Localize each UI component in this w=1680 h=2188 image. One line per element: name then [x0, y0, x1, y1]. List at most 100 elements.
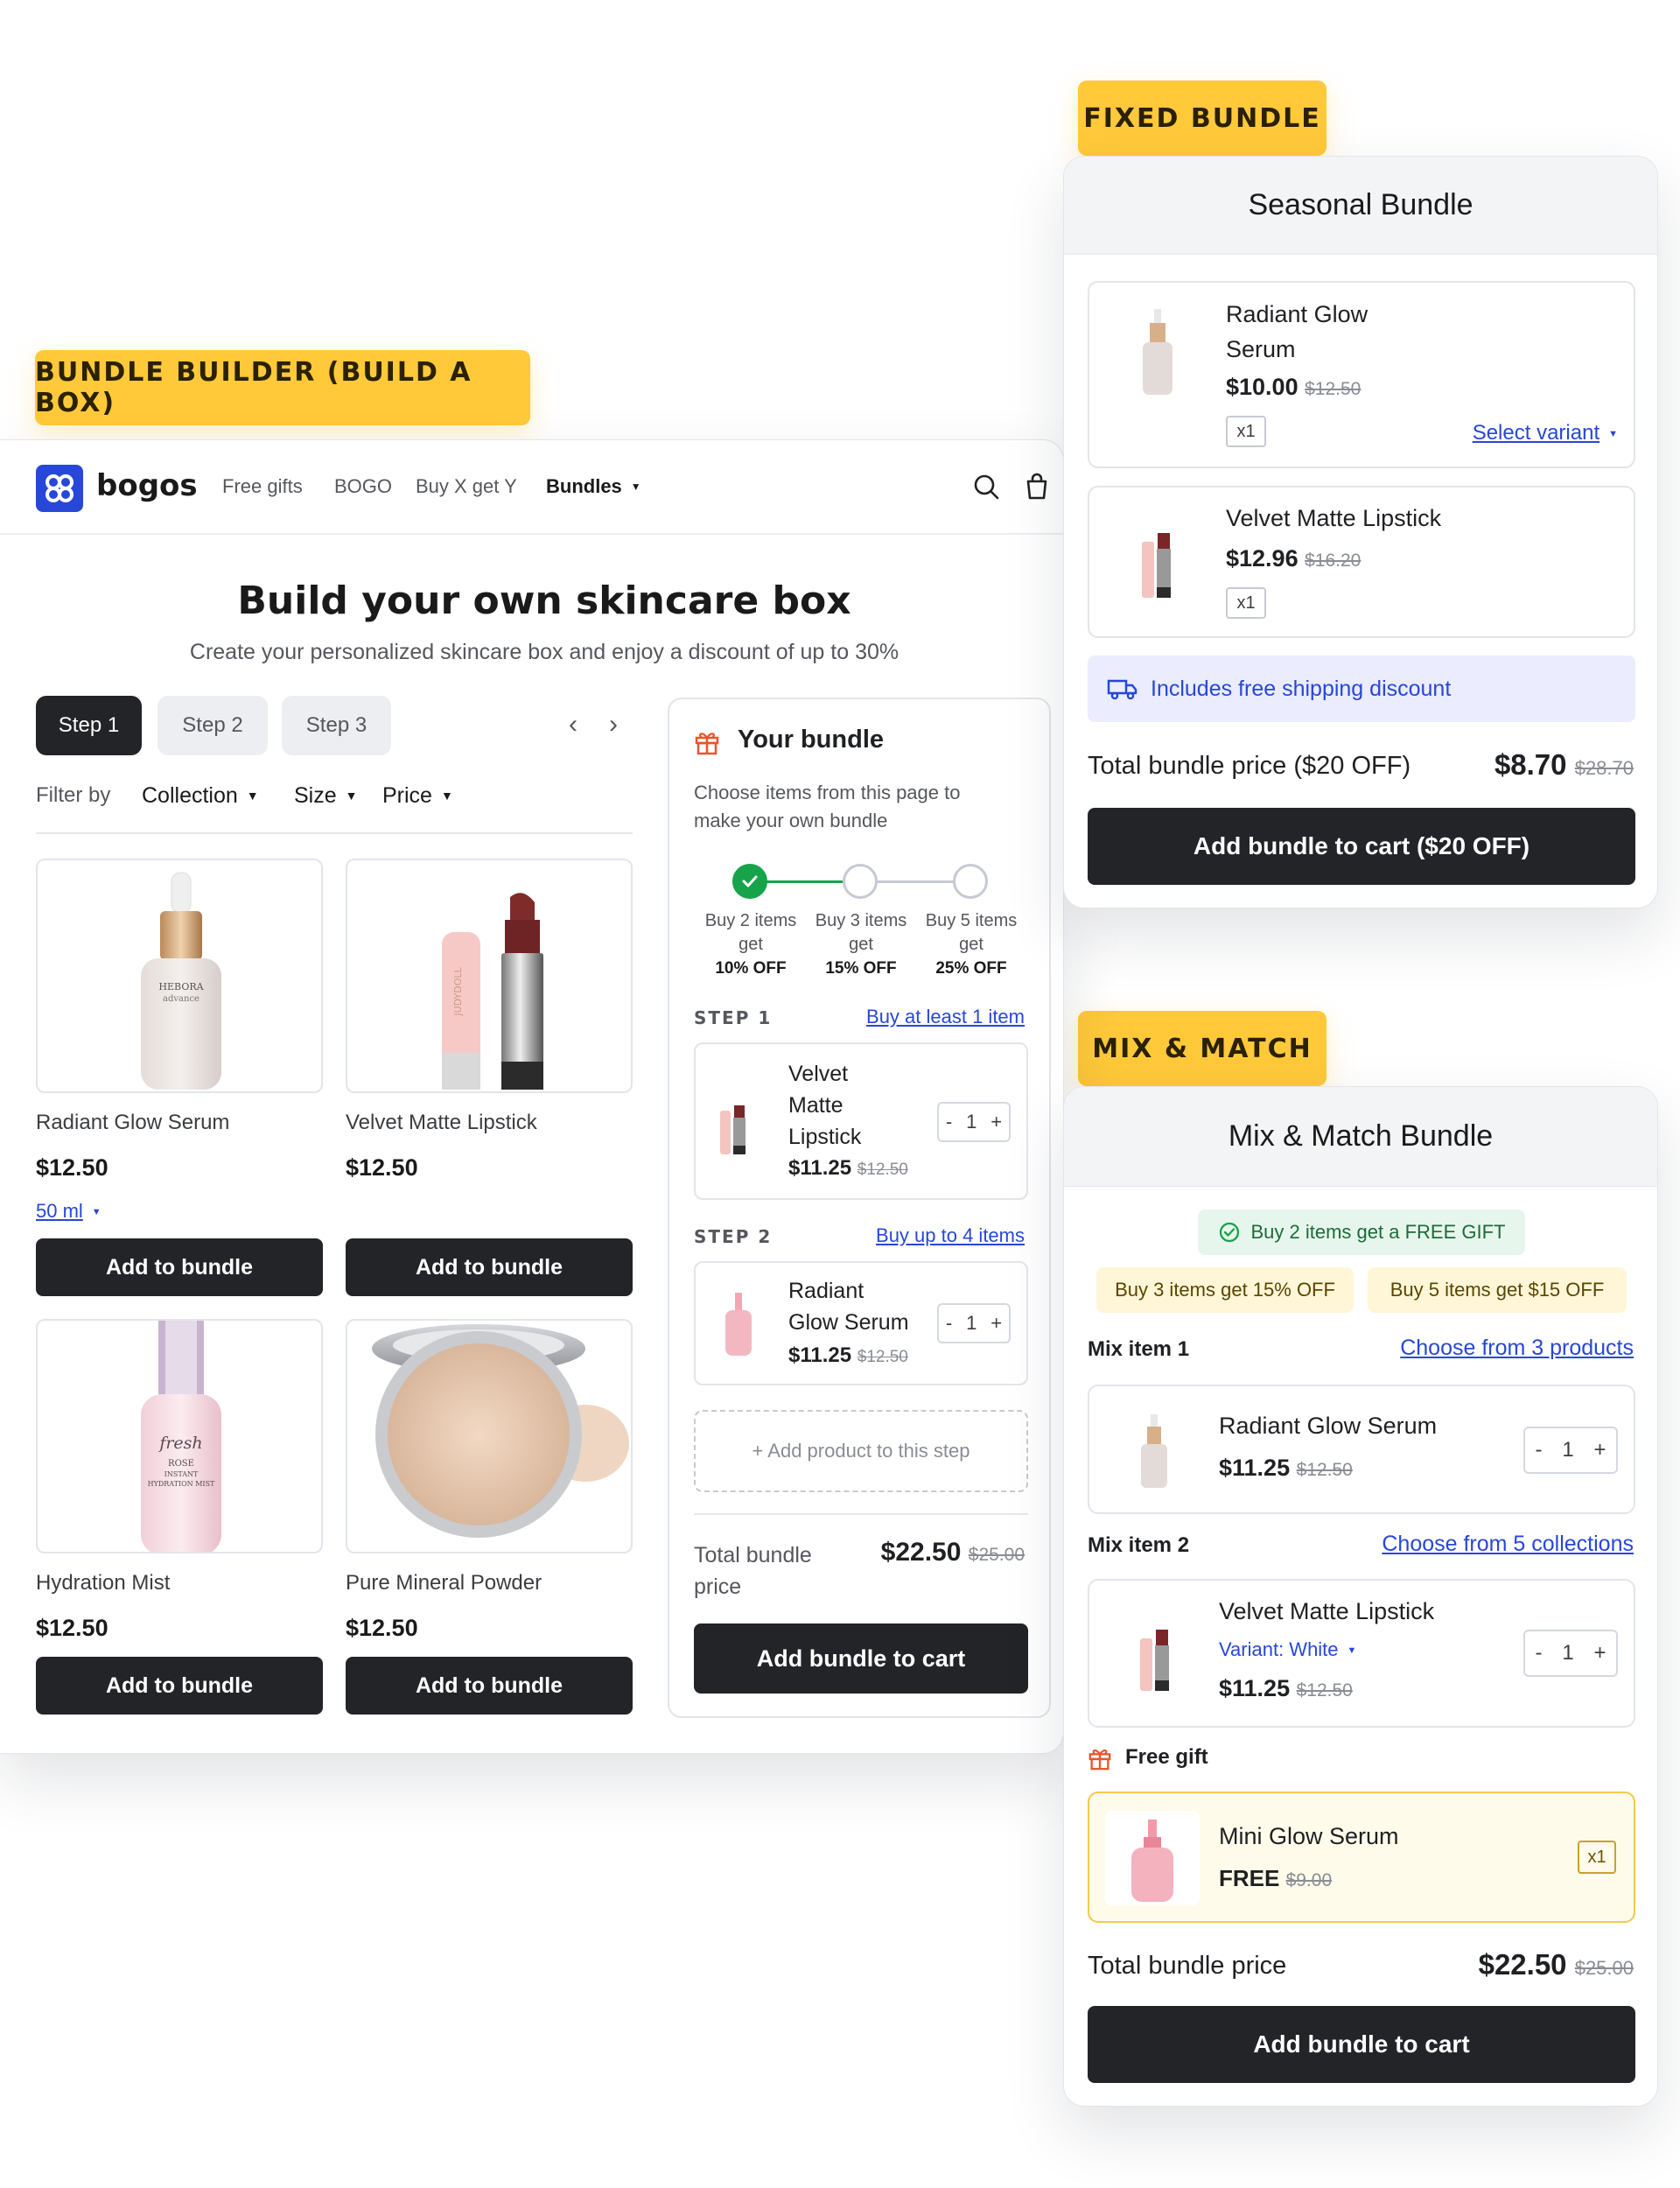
product-name[interactable]: Pure Mineral Powder [346, 1571, 542, 1595]
lipstick-thumbnail [1140, 1630, 1169, 1691]
quantity-value: 1 [966, 1111, 977, 1133]
add-to-bundle-button[interactable]: Add to bundle [36, 1657, 323, 1715]
gift-thumbnail [1105, 1811, 1200, 1905]
bundle-item: Velvet Matte Lipstick Variant: White ▼ $1… [1088, 1579, 1635, 1728]
shipping-notice-text: Includes free shipping discount [1151, 676, 1452, 701]
tier-1-discount: 10% OFF [715, 959, 787, 978]
logo-text[interactable]: bogos [96, 468, 198, 503]
mist-line3-text: HYDRATION MIST [148, 1480, 215, 1488]
bundle-builder-card: bogos Free gifts BOGO Buy X get Y Bundle… [0, 439, 1064, 1754]
select-variant-link[interactable]: Select variant ▼ [1473, 421, 1618, 445]
item-name-line-2: Matte [788, 1093, 844, 1118]
item-old-price: $12.50 [1305, 379, 1362, 399]
add-to-bundle-button[interactable]: Add to bundle [346, 1238, 633, 1296]
step-2-requirement-link[interactable]: Buy up to 4 items [876, 1224, 1025, 1247]
check-circle-icon [1219, 1222, 1239, 1243]
variant-selector[interactable]: 50 ml ▼ [36, 1200, 102, 1223]
add-to-bundle-button[interactable]: Add to bundle [346, 1657, 633, 1715]
chevron-down-icon: ▼ [246, 789, 259, 803]
product-image-powder[interactable] [346, 1319, 633, 1553]
add-bundle-to-cart-button[interactable]: Add bundle to cart [1088, 2006, 1635, 2083]
card-title: Mix & Match Bundle [1064, 1087, 1657, 1187]
product-image-mist[interactable]: fresh ROSE INSTANT HYDRATION MIST [36, 1319, 323, 1553]
bundle-item: Velvet Matte Lipstick $12.96 $16.20 x1 [1088, 486, 1635, 638]
item-name-line-1: Radiant [788, 1279, 864, 1303]
item-price-value: $11.25 [788, 1343, 852, 1367]
fixed-bundle-card: Seasonal Bundle Radiant Glow Serum $10.00… [1063, 156, 1658, 908]
plus-icon[interactable]: + [990, 1111, 1002, 1133]
tab-step-1[interactable]: Step 1 [36, 696, 142, 755]
fixed-bundle-tag: FIXED BUNDLE [1078, 81, 1326, 156]
choose-collections-link[interactable]: Choose from 5 collections [1382, 1532, 1634, 1557]
item-price: $11.25 $12.50 [1219, 1455, 1353, 1482]
bogos-logo-icon[interactable] [36, 465, 83, 512]
tab-step-3[interactable]: Step 3 [282, 696, 391, 755]
filter-size[interactable]: Size ▼ [294, 783, 358, 809]
top-navigation: bogos Free gifts BOGO Buy X get Y Bundle… [0, 440, 1063, 535]
product-name[interactable]: Hydration Mist [36, 1571, 170, 1595]
quantity-stepper[interactable]: -1 + [937, 1303, 1011, 1343]
add-product-slot[interactable]: + Add product to this step [694, 1410, 1028, 1492]
plus-icon[interactable]: + [990, 1312, 1002, 1335]
tier-circle [843, 864, 878, 899]
item-price: FREE $9.00 [1219, 1865, 1332, 1892]
your-bundle-title: Your bundle [738, 726, 885, 754]
choose-products-link[interactable]: Choose from 3 products [1400, 1336, 1634, 1361]
quantity-stepper[interactable]: -1 + [1523, 1427, 1618, 1474]
filter-price[interactable]: Price ▼ [382, 783, 453, 809]
minus-icon[interactable]: - [1535, 1438, 1542, 1462]
plus-icon[interactable]: + [1594, 1641, 1606, 1666]
minus-icon[interactable]: - [1535, 1641, 1542, 1666]
page-subtitle: Create your personalized skincare box an… [189, 640, 900, 664]
quantity-stepper[interactable]: -1 + [1523, 1630, 1618, 1677]
plus-icon[interactable]: + [1594, 1438, 1606, 1462]
divider [36, 832, 633, 834]
product-name[interactable]: Velvet Matte Lipstick [346, 1111, 537, 1135]
search-icon[interactable] [971, 472, 1001, 501]
nav-free-gifts[interactable]: Free gifts [222, 475, 303, 498]
item-price: $11.25 $12.50 [1219, 1675, 1353, 1702]
item-old-price: $12.50 [1296, 1460, 1353, 1480]
minus-icon[interactable]: - [946, 1312, 952, 1335]
nav-bogo[interactable]: BOGO [334, 475, 392, 498]
filter-collection[interactable]: Collection ▼ [142, 783, 259, 809]
chevron-down-icon: ▼ [1347, 1645, 1357, 1656]
item-name: Velvet Matte Lipstick [1226, 505, 1442, 531]
product-image-lipstick[interactable]: JUDYDOLL [346, 859, 633, 1093]
lipstick-brand-text: JUDYDOLL [452, 967, 464, 1017]
add-bundle-to-cart-button[interactable]: Add bundle to cart ($20 OFF) [1088, 808, 1635, 885]
nav-bundles[interactable]: Bundles ▼ [546, 475, 641, 498]
tier-1-line-2: get [738, 935, 763, 954]
nav-buy-x-get-y[interactable]: Buy X get Y [416, 475, 517, 498]
shopping-bag-icon[interactable] [1022, 472, 1052, 501]
tab-step-2[interactable]: Step 2 [158, 696, 268, 755]
total-old-price: $25.00 [1574, 1957, 1634, 1979]
item-name: Velvet Matte Lipstick [788, 1058, 861, 1153]
item-price-value: $12.96 [1226, 545, 1298, 572]
filter-collection-label: Collection [142, 783, 238, 808]
chevron-down-icon: ▼ [1608, 429, 1618, 439]
quantity-badge: x1 [1226, 587, 1266, 619]
truck-icon [1107, 679, 1138, 700]
item-name: Radiant Glow Serum [1226, 297, 1368, 367]
step-1-requirement-link[interactable]: Buy at least 1 item [866, 1006, 1025, 1028]
minus-icon[interactable]: - [946, 1111, 952, 1133]
add-to-bundle-button[interactable]: Add to bundle [36, 1238, 323, 1296]
item-price: $11.25 $12.50 [788, 1156, 908, 1181]
item-price-value: $11.25 [1219, 1455, 1291, 1481]
total-old-price: $28.70 [1574, 757, 1634, 779]
step-1-heading: STEP 1 [694, 1007, 773, 1028]
product-name[interactable]: Radiant Glow Serum [36, 1111, 229, 1135]
quantity-stepper[interactable]: -1 + [937, 1102, 1011, 1142]
product-image-serum[interactable]: HEBORA advance [36, 859, 323, 1093]
item-old-price: $12.50 [857, 1348, 908, 1366]
your-bundle-desc-2: make your own bundle [694, 810, 888, 831]
chevron-down-icon: ▼ [630, 480, 641, 493]
add-bundle-to-cart-button[interactable]: Add bundle to cart [694, 1623, 1028, 1694]
chevron-right-icon[interactable]: › [609, 710, 618, 740]
filter-price-label: Price [382, 783, 432, 808]
mix-item-1-label: Mix item 1 [1088, 1337, 1190, 1361]
chevron-left-icon[interactable]: ‹ [569, 710, 578, 740]
variant-selector[interactable]: Variant: White ▼ [1219, 1638, 1356, 1661]
item-name-line-1: Radiant Glow [1226, 301, 1368, 327]
